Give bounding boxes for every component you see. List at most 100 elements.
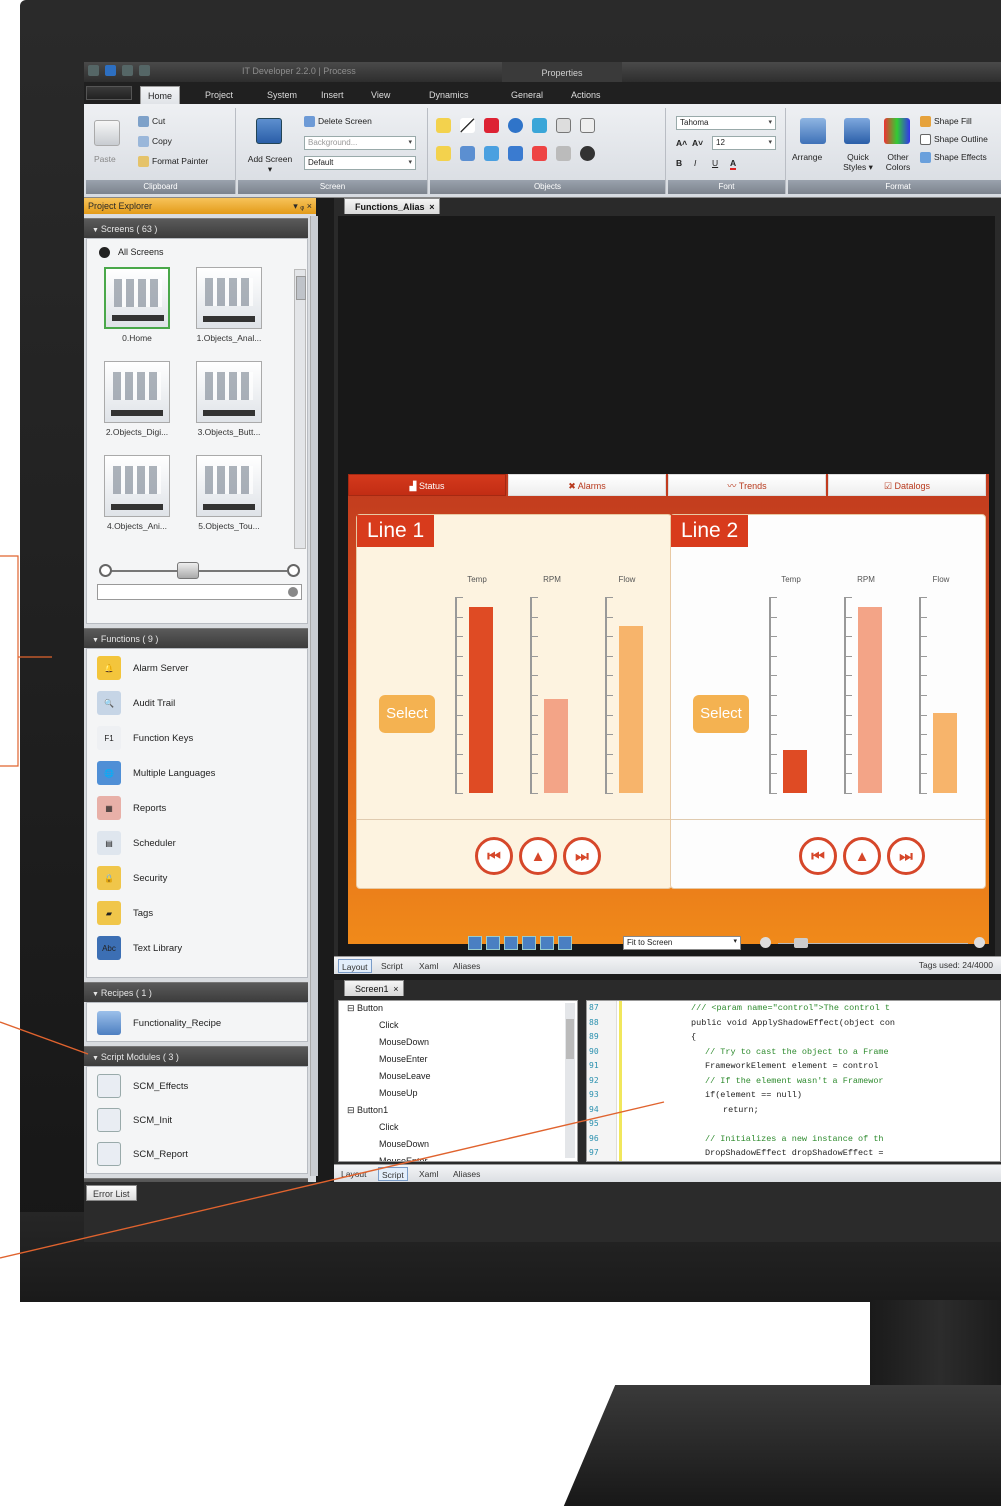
event-tree-scrollbar[interactable] xyxy=(565,1003,575,1158)
document-tab[interactable]: Functions_Alias × xyxy=(344,198,440,214)
shape-fill-button[interactable]: Shape Fill xyxy=(920,116,972,128)
label-tool-icon[interactable] xyxy=(436,146,451,161)
save-icon[interactable] xyxy=(105,65,116,76)
event-item[interactable]: MouseEnter xyxy=(379,1156,428,1161)
collapse-icon[interactable]: ⊟ xyxy=(347,1105,357,1115)
grow-font-button[interactable]: A˄ xyxy=(676,138,687,148)
screen-search-input[interactable] xyxy=(97,584,302,600)
snap-icon[interactable] xyxy=(486,936,500,950)
recipes-section-header[interactable]: Recipes ( 1 ) xyxy=(84,982,308,1002)
zoom-in-icon[interactable] xyxy=(974,937,985,948)
tab-aliases[interactable]: Aliases xyxy=(450,959,483,973)
script-module-item[interactable]: SCM_Init xyxy=(97,1105,172,1135)
ellipse-tool-icon[interactable] xyxy=(508,118,523,133)
chart-tool-icon[interactable] xyxy=(508,146,523,161)
zoom-out-icon[interactable] xyxy=(760,937,771,948)
script-module-item[interactable]: SCM_Effects xyxy=(97,1071,188,1101)
font-color-button[interactable]: A xyxy=(730,158,737,170)
zoom-slider-handle[interactable] xyxy=(177,562,199,579)
function-item[interactable]: ▰ Tags xyxy=(97,898,153,928)
screen-thumbnail[interactable]: 1.Objects_Anal... xyxy=(189,267,269,343)
other-colors-icon[interactable] xyxy=(884,118,910,144)
script-module-item[interactable]: SCM_Report xyxy=(97,1139,188,1169)
up-button[interactable]: ▲ xyxy=(519,837,557,875)
delete-screen-button[interactable]: Delete Screen xyxy=(304,116,372,128)
function-item[interactable]: ▦ Reports xyxy=(97,793,166,823)
pointer-tool-icon[interactable] xyxy=(436,118,451,133)
textbox-tool-icon[interactable] xyxy=(556,118,571,133)
paste-button[interactable]: Paste xyxy=(94,154,116,164)
slider-tool-icon[interactable] xyxy=(532,146,547,161)
redo-icon[interactable] xyxy=(139,65,150,76)
copy-button[interactable]: Copy xyxy=(138,136,172,148)
all-screens-item[interactable]: All Screens xyxy=(99,247,164,259)
format-painter-button[interactable]: Format Painter xyxy=(138,156,208,168)
file-menu-button[interactable] xyxy=(86,86,132,100)
zoom-combo[interactable]: Fit to Screen xyxy=(623,936,741,950)
select-button[interactable]: Select xyxy=(379,695,435,733)
font-size-combo[interactable]: 12 xyxy=(712,136,776,150)
event-item[interactable]: MouseDown xyxy=(379,1037,429,1047)
shape-outline-button[interactable]: Shape Outline xyxy=(920,134,988,146)
next-button[interactable]: ⏭ xyxy=(563,837,601,875)
tab-layout[interactable]: Layout xyxy=(338,1167,370,1181)
hmi-tab-status[interactable]: ▟ Status xyxy=(348,474,506,496)
tab-script[interactable]: Script xyxy=(378,1167,408,1181)
explorer-scrollbar[interactable] xyxy=(310,216,318,1176)
control-node[interactable]: ⊟ Button1 xyxy=(347,1105,388,1116)
fullscreen-icon[interactable] xyxy=(558,936,572,950)
screen-thumbnail[interactable]: 5.Objects_Tou... xyxy=(189,455,269,531)
shape-effects-button[interactable]: Shape Effects xyxy=(920,152,987,164)
button-tool-icon[interactable] xyxy=(580,118,595,133)
next-button[interactable]: ⏭ xyxy=(887,837,925,875)
screens-section-header[interactable]: Screens ( 63 ) xyxy=(84,218,308,238)
event-item[interactable]: Click xyxy=(379,1122,399,1132)
thumbnail-zoom-slider[interactable] xyxy=(99,562,300,579)
recipe-item[interactable]: Functionality_Recipe xyxy=(97,1008,221,1038)
arrange-icon[interactable] xyxy=(800,118,826,144)
script-document-tab[interactable]: Screen1 × xyxy=(344,980,404,996)
background-combo[interactable]: Background... xyxy=(304,136,416,150)
arrange-button[interactable]: Arrange xyxy=(792,152,822,162)
function-item[interactable]: 🌐 Multiple Languages xyxy=(97,758,215,788)
screen-thumbnail[interactable]: 2.Objects_Digi... xyxy=(97,361,177,437)
functions-section-header[interactable]: Functions ( 9 ) xyxy=(84,628,308,648)
screen-thumbnail[interactable]: 0.Home xyxy=(97,267,177,343)
error-list-tab[interactable]: Error List xyxy=(86,1185,137,1201)
zoom-out-icon[interactable] xyxy=(99,564,112,577)
knob-tool-icon[interactable] xyxy=(580,146,595,161)
line-tool-icon[interactable] xyxy=(460,118,475,133)
previous-button[interactable]: ⏮ xyxy=(799,837,837,875)
paste-icon[interactable] xyxy=(94,120,120,146)
shrink-font-button[interactable]: A˅ xyxy=(692,138,703,148)
tab-xaml[interactable]: Xaml xyxy=(416,959,441,973)
screen-thumbnail[interactable]: 3.Objects_Butt... xyxy=(189,361,269,437)
event-item[interactable]: MouseEnter xyxy=(379,1054,428,1064)
app-menu-icon[interactable] xyxy=(88,65,99,76)
bold-button[interactable]: B xyxy=(676,158,682,168)
function-item[interactable]: 🔒 Security xyxy=(97,863,167,893)
tab-xaml[interactable]: Xaml xyxy=(416,1167,441,1181)
font-family-combo[interactable]: Tahoma xyxy=(676,116,776,130)
tab-script[interactable]: Script xyxy=(378,959,406,973)
tab-home[interactable]: Home xyxy=(140,86,181,104)
tab-view[interactable]: View xyxy=(364,86,397,104)
up-button[interactable]: ▲ xyxy=(843,837,881,875)
hmi-tab-datalogs[interactable]: ☑ Datalogs xyxy=(828,474,986,496)
tab-project[interactable]: Project xyxy=(198,86,240,104)
hmi-tab-trends[interactable]: 〰 Trends xyxy=(668,474,826,496)
image-tool-icon[interactable] xyxy=(460,146,475,161)
pan-icon[interactable] xyxy=(504,936,518,950)
quick-styles-icon[interactable] xyxy=(844,118,870,144)
tab-system[interactable]: System xyxy=(260,86,304,104)
function-item[interactable]: ▤ Scheduler xyxy=(97,828,176,858)
code-editor[interactable]: 87 88 89 90 91 92 93 94 95 96 97 /// <param name="c… xyxy=(586,1000,1001,1162)
underline-button[interactable]: U xyxy=(712,158,718,168)
thumbnail-scrollbar[interactable] xyxy=(294,269,306,549)
add-screen-button[interactable]: Add Screen ▾ xyxy=(246,154,294,174)
close-icon[interactable]: × xyxy=(429,199,434,215)
script-modules-section-header[interactable]: Script Modules ( 3 ) xyxy=(84,1046,308,1066)
style-combo[interactable]: Default xyxy=(304,156,416,170)
previous-button[interactable]: ⏮ xyxy=(475,837,513,875)
switch-tool-icon[interactable] xyxy=(556,146,571,161)
